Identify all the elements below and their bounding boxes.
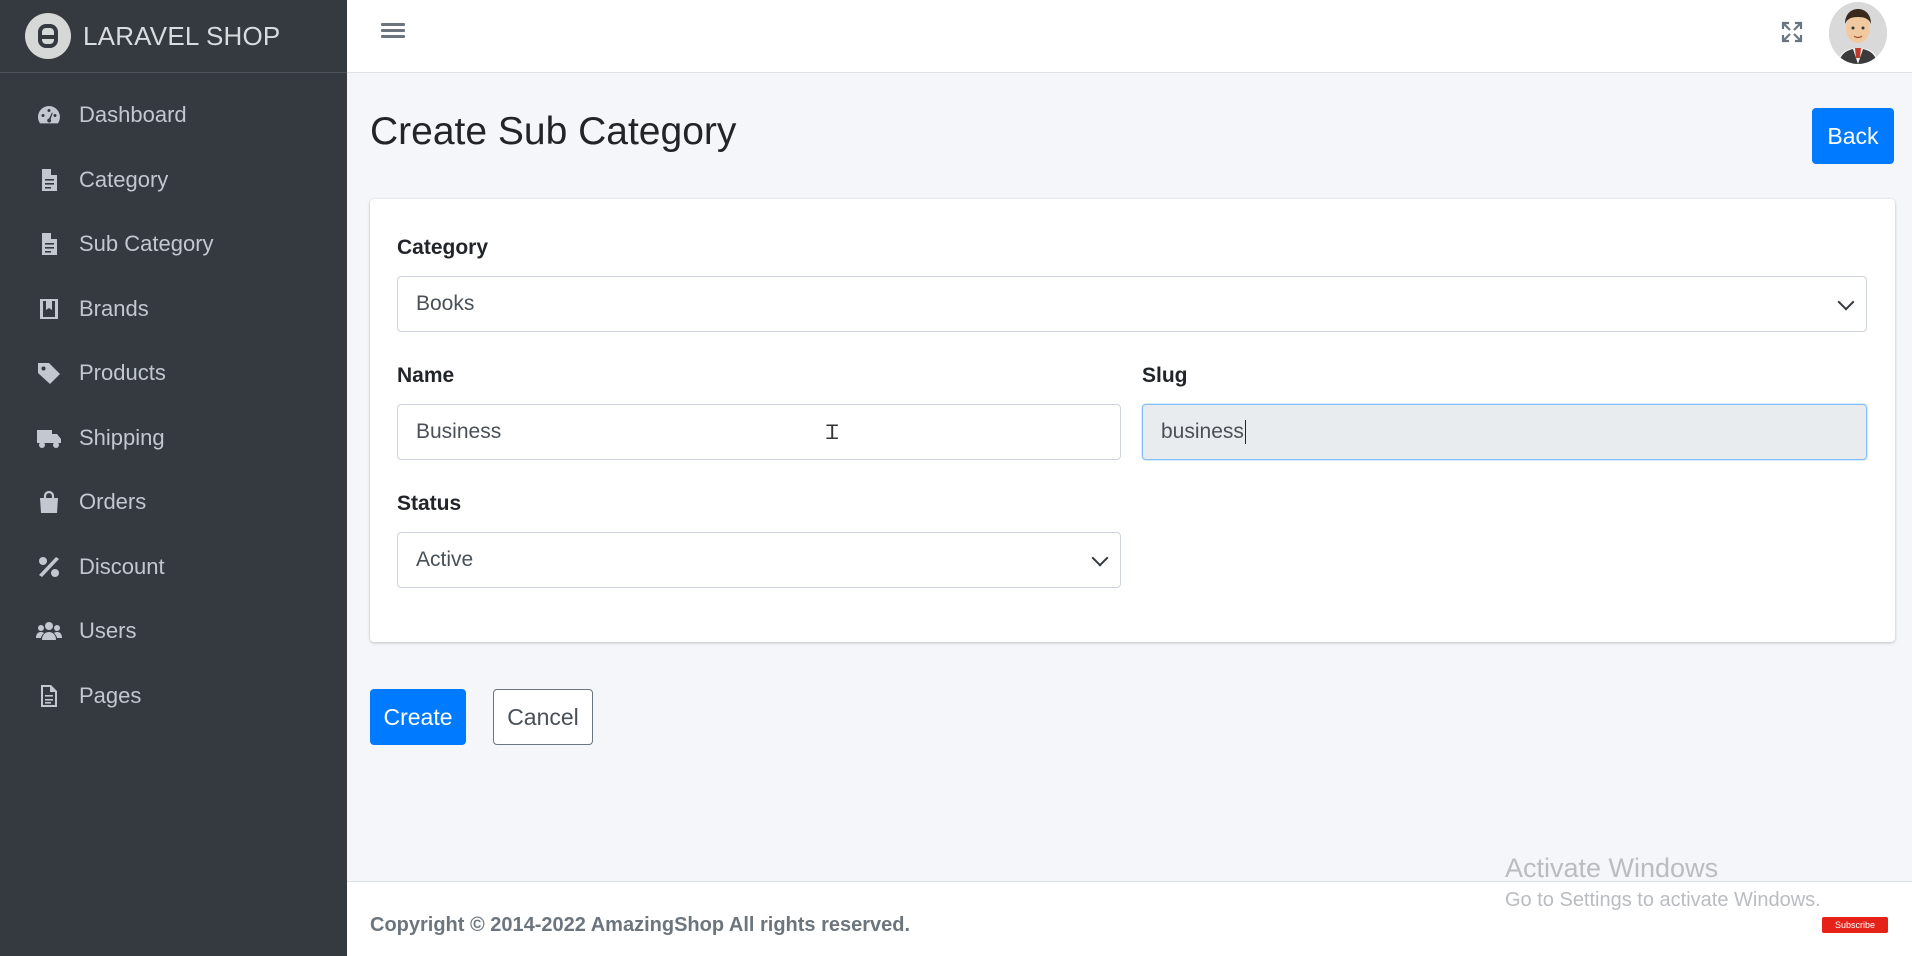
file-icon bbox=[34, 165, 64, 195]
top-navbar bbox=[347, 0, 1912, 73]
text-cursor-icon: Ꮖ bbox=[826, 420, 840, 444]
category-label: Category bbox=[397, 236, 489, 259]
sidebar-item-label: Products bbox=[79, 360, 166, 386]
sidebar-item-products[interactable]: Products bbox=[0, 341, 347, 406]
page-title: Create Sub Category bbox=[370, 110, 737, 153]
sidebar-nav: Dashboard Category Sub Category Brands P… bbox=[0, 73, 347, 728]
sidebar-item-label: Pages bbox=[79, 682, 142, 708]
sidebar-item-discount[interactable]: Discount bbox=[0, 535, 347, 600]
truck-icon bbox=[34, 423, 64, 453]
status-select-value: Active bbox=[416, 548, 474, 571]
chevron-down-icon bbox=[1837, 293, 1855, 311]
sidebar-item-orders[interactable]: Orders bbox=[0, 470, 347, 535]
name-input[interactable]: Business bbox=[397, 404, 1121, 460]
activate-windows-subtitle: Go to Settings to activate Windows. bbox=[1505, 889, 1821, 911]
tachometer-icon bbox=[34, 100, 64, 130]
category-select-value: Books bbox=[416, 292, 475, 315]
sidebar-item-label: Category bbox=[79, 166, 169, 192]
brand-text: LARAVEL SHOP bbox=[83, 20, 281, 51]
hamburger-icon[interactable] bbox=[381, 20, 405, 44]
copyright-text: Copyright © 2014-2022 AmazingShop All ri… bbox=[370, 914, 911, 936]
back-button[interactable]: Back bbox=[1812, 108, 1894, 164]
sidebar-item-sub-category[interactable]: Sub Category bbox=[0, 212, 347, 277]
file-icon bbox=[34, 229, 64, 259]
sidebar-item-shipping[interactable]: Shipping bbox=[0, 406, 347, 471]
sidebar-item-users[interactable]: Users bbox=[0, 599, 347, 664]
user-avatar[interactable] bbox=[1829, 2, 1887, 64]
slug-input[interactable]: business bbox=[1142, 404, 1867, 460]
percent-icon bbox=[34, 552, 64, 582]
create-button[interactable]: Create bbox=[370, 689, 466, 745]
sidebar-item-label: Shipping bbox=[79, 424, 165, 450]
sidebar-item-brands[interactable]: Brands bbox=[0, 277, 347, 342]
name-input-value: Business bbox=[416, 420, 502, 443]
expand-icon[interactable] bbox=[1780, 20, 1804, 44]
subscribe-badge[interactable]: Subscribe bbox=[1822, 917, 1888, 933]
slug-input-value: business bbox=[1161, 420, 1244, 443]
category-select[interactable]: Books bbox=[397, 276, 1867, 332]
tag-icon bbox=[34, 358, 64, 388]
sidebar-item-label: Brands bbox=[79, 295, 149, 321]
sidebar-item-dashboard[interactable]: Dashboard bbox=[0, 83, 347, 148]
file-alt-icon bbox=[34, 681, 64, 711]
sidebar-item-label: Discount bbox=[79, 553, 165, 579]
status-select[interactable]: Active bbox=[397, 532, 1121, 588]
status-label: Status bbox=[397, 492, 462, 515]
text-caret bbox=[1244, 420, 1246, 444]
brand-link[interactable]: LARAVEL SHOP bbox=[0, 0, 347, 73]
activate-windows-title: Activate Windows bbox=[1505, 853, 1719, 883]
slug-label: Slug bbox=[1142, 364, 1188, 387]
bookmark-book-icon bbox=[34, 294, 64, 324]
form-card: Category Books Name Business Slug busine… bbox=[370, 199, 1895, 642]
laravel-logo-icon bbox=[25, 13, 71, 59]
sidebar-item-pages[interactable]: Pages bbox=[0, 664, 347, 729]
sidebar-item-label: Orders bbox=[79, 489, 147, 515]
sidebar-item-label: Users bbox=[79, 618, 137, 644]
chevron-down-icon bbox=[1091, 549, 1109, 567]
sidebar-item-label: Dashboard bbox=[79, 102, 187, 128]
cancel-button[interactable]: Cancel bbox=[493, 689, 593, 745]
shopping-bag-icon bbox=[34, 487, 64, 517]
users-icon bbox=[34, 616, 64, 646]
sidebar-item-category[interactable]: Category bbox=[0, 148, 347, 213]
sidebar-item-label: Sub Category bbox=[79, 231, 214, 257]
name-label: Name bbox=[397, 364, 455, 387]
sidebar: LARAVEL SHOP Dashboard Category Sub Cate… bbox=[0, 0, 347, 956]
